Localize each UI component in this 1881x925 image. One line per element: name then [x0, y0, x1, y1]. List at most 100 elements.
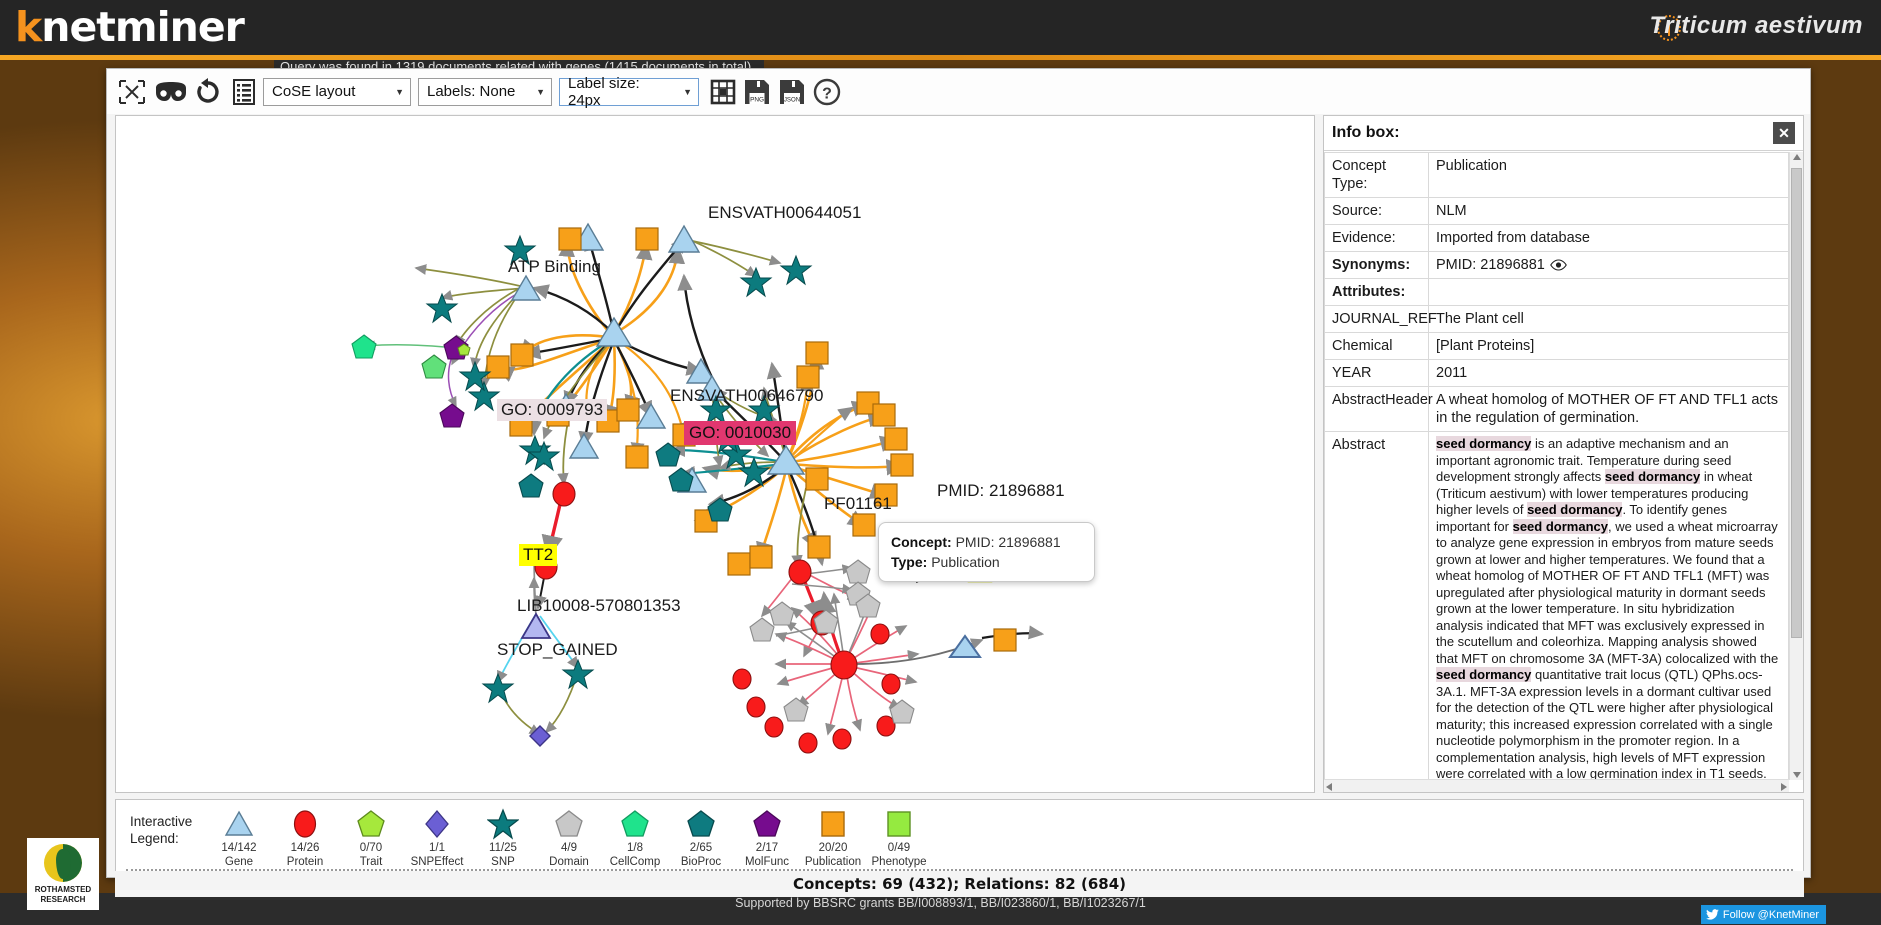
list-view-icon[interactable] [232, 78, 256, 106]
save-json-icon[interactable]: JSON [778, 78, 806, 106]
legend-item-gene[interactable]: 14/142Gene [206, 807, 272, 869]
knetminer-logo[interactable]: knetminer [15, 3, 244, 51]
legend-item-label: BioProc [668, 855, 734, 869]
graph-label-ensvath00644051[interactable]: ENSVATH00644051 [708, 203, 861, 223]
graph-label-pf01161[interactable]: PF01161 [824, 494, 892, 514]
info-box-body: Concept Type:PublicationSource:NLMEviden… [1324, 152, 1789, 779]
abstract-highlight: seed dormancy [1436, 667, 1531, 682]
tooltip-concept-key: Concept: [891, 534, 952, 550]
legend-item-label: CellComp [602, 855, 668, 869]
legend-item-phenotype[interactable]: 0/49Phenotype [866, 807, 932, 869]
info-row-key: Concept Type: [1325, 153, 1429, 198]
info-row: Concept Type:Publication [1325, 153, 1789, 198]
reset-rotate-icon[interactable] [195, 78, 221, 106]
legend-item-label: MolFunc [734, 855, 800, 869]
info-row-value: seed dormancy is an adaptive mechanism a… [1429, 432, 1789, 780]
close-icon[interactable]: ✕ [1773, 122, 1795, 144]
cellcomp-shape-icon [602, 807, 668, 841]
svg-text:?: ? [822, 85, 832, 102]
label-size-select[interactable]: Label size: 24px ▼ [559, 78, 699, 106]
info-row-key: Attributes: [1325, 279, 1429, 306]
legend-item-protein[interactable]: 14/26Protein [272, 807, 338, 869]
info-row-key: AbstractHeader [1325, 387, 1429, 432]
species-name: Triticum aestivum [1650, 12, 1863, 40]
abstract-segment: quantitative trait locus (QTL) QPhs.ocs-… [1436, 667, 1778, 779]
graph-label-go-0009793[interactable]: GO: 0009793 [497, 399, 607, 421]
graph-label-pmid-21896881[interactable]: PMID: 21896881 [937, 481, 1065, 501]
legend-item-count: 14/142 [206, 841, 272, 855]
info-row-value: Publication [1429, 153, 1789, 198]
info-box-scrollbar-horizontal[interactable] [1324, 779, 1789, 792]
svg-text:PNG: PNG [750, 96, 764, 103]
info-row: JOURNAL_REFThe Plant cell [1325, 306, 1789, 333]
info-row-value: The Plant cell [1429, 306, 1789, 333]
info-row-key: YEAR [1325, 360, 1429, 387]
info-row: Evidence:Imported from database [1325, 225, 1789, 252]
grid-layout-icon[interactable] [710, 78, 736, 106]
abstract-text: seed dormancy is an adaptive mechanism a… [1436, 436, 1781, 779]
legend-item-count: 0/70 [338, 841, 404, 855]
legend-item-label: Phenotype [866, 855, 932, 869]
tooltip-type-value: Publication [931, 554, 1000, 570]
legend-item-publication[interactable]: 20/20Publication [800, 807, 866, 869]
save-png-icon[interactable]: PNG [743, 78, 771, 106]
legend-item-count: 0/49 [866, 841, 932, 855]
goggles-icon[interactable] [154, 78, 188, 106]
info-box-scrollbar-vertical[interactable] [1789, 152, 1803, 780]
scroll-down-arrow-icon[interactable] [1793, 772, 1801, 778]
legend-item-snp[interactable]: 11/25SNP [470, 807, 536, 869]
fit-to-screen-icon[interactable] [117, 78, 147, 106]
abstract-highlight: seed dormancy [1605, 469, 1700, 484]
graph-label-ensvath00646790[interactable]: ENSVATH00646790 [670, 386, 823, 406]
footer-grants-text: Supported by BBSRC grants BB/I008893/1, … [0, 896, 1881, 910]
logo-k: k [15, 3, 41, 51]
legend-item-count: 4/9 [536, 841, 602, 855]
info-row: YEAR2011 [1325, 360, 1789, 387]
concepts-relations-counter: Concepts: 69 (432); Relations: 82 (684) [115, 871, 1804, 897]
legend-item-bioproc[interactable]: 2/65BioProc [668, 807, 734, 869]
twitter-follow-button[interactable]: Follow @KnetMiner [1701, 905, 1826, 924]
scroll-right-arrow-icon[interactable] [1781, 783, 1787, 791]
scrollbar-thumb[interactable] [1791, 168, 1802, 638]
label-size-select-value: Label size: 24px [568, 75, 673, 109]
graph-label-lib10008[interactable]: LIB10008-570801353 [517, 596, 681, 616]
header-accent-stripe [0, 55, 1881, 60]
info-row-value: Imported from database [1429, 225, 1789, 252]
legend-item-label: Trait [338, 855, 404, 869]
legend-item-cellcomp[interactable]: 1/8CellComp [602, 807, 668, 869]
info-row-key: Synonyms: [1325, 252, 1429, 279]
node-tooltip: Concept: PMID: 21896881 Type: Publicatio… [878, 522, 1095, 582]
network-viewer-panel: CoSE layout ▼ Labels: None ▼ Label size:… [106, 68, 1811, 878]
chevron-down-icon: ▼ [683, 87, 692, 97]
network-graph-canvas[interactable]: ENSVATH00644051 ATP Binding GO: 0009793 … [115, 115, 1315, 793]
graph-label-tt2[interactable]: TT2 [519, 544, 557, 566]
trait-shape-icon [338, 807, 404, 841]
protein-shape-icon [272, 807, 338, 841]
info-box-table: Concept Type:PublicationSource:NLMEviden… [1324, 152, 1789, 779]
layout-select[interactable]: CoSE layout ▼ [263, 78, 411, 106]
eye-icon[interactable] [1550, 259, 1567, 271]
legend-item-snpeffect[interactable]: 1/1SNPEffect [404, 807, 470, 869]
scroll-up-arrow-icon[interactable] [1793, 154, 1801, 160]
abstract-highlight: seed dormancy [1436, 436, 1531, 451]
legend-item-molfunc[interactable]: 2/17MolFunc [734, 807, 800, 869]
graph-toolbar: CoSE layout ▼ Labels: None ▼ Label size:… [107, 69, 1810, 114]
info-row-value: A wheat homolog of MOTHER OF FT AND TFL1… [1429, 387, 1789, 432]
legend-item-label: Publication [800, 855, 866, 869]
legend-item-domain[interactable]: 4/9Domain [536, 807, 602, 869]
graph-label-atp-binding[interactable]: ATP Binding [508, 257, 601, 277]
info-row: Source:NLM [1325, 198, 1789, 225]
labels-select[interactable]: Labels: None ▼ [418, 78, 552, 106]
interactive-legend: Interactive Legend: 14/142Gene14/26Prote… [115, 799, 1804, 871]
legend-item-trait[interactable]: 0/70Trait [338, 807, 404, 869]
info-box-title: Info box: [1332, 124, 1400, 142]
graph-label-go-0010030[interactable]: GO: 0010030 [684, 421, 796, 445]
graph-label-stop-gained[interactable]: STOP_GAINED [497, 640, 618, 660]
legend-item-count: 2/65 [668, 841, 734, 855]
help-question-icon[interactable]: ? [813, 78, 841, 106]
legend-item-label: Protein [272, 855, 338, 869]
info-row-value: NLM [1429, 198, 1789, 225]
logo-net: net [41, 3, 115, 51]
scroll-left-arrow-icon[interactable] [1326, 783, 1332, 791]
legend-title-line2: Legend: [130, 830, 206, 847]
